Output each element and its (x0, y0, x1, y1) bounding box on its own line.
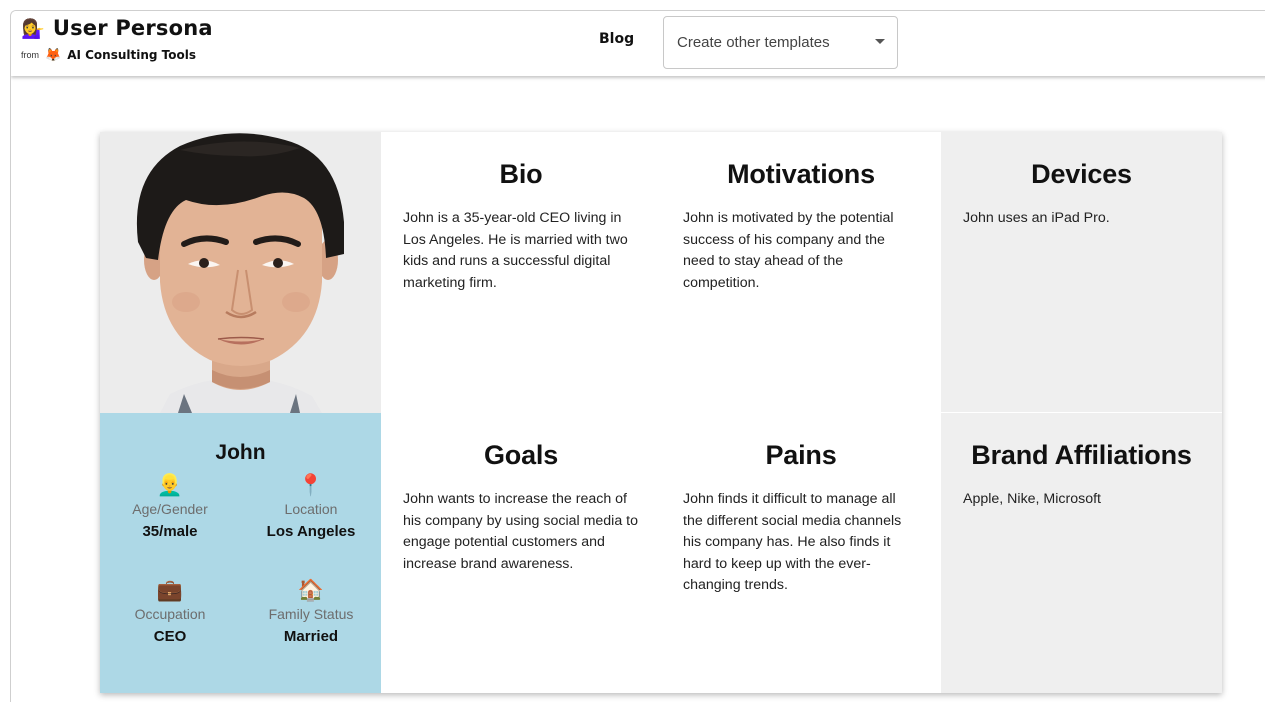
motivations-section: Motivations John is motivated by the pot… (661, 132, 941, 412)
page-frame: 💁‍♀️ User Persona from 🦊 AI Consulting T… (10, 10, 1265, 702)
section-text: Apple, Nike, Microsoft (963, 491, 1101, 507)
house-icon: 🏠 (297, 579, 325, 602)
briefcase-icon: 💼 (156, 579, 184, 602)
org-credit[interactable]: from 🦊 AI Consulting Tools (21, 47, 213, 63)
section-text: John is a 35-year-old CEO living in Los … (403, 210, 628, 291)
fox-logo-icon: 🦊 (45, 47, 62, 62)
app-title-text: User Persona (52, 16, 213, 40)
app-title[interactable]: 💁‍♀️ User Persona (21, 15, 213, 41)
pains-section: Pains John finds it difficult to manage … (661, 413, 941, 693)
section-title: Brand Affiliations (971, 440, 1192, 470)
blog-link[interactable]: Blog (599, 31, 634, 47)
section-title: Bio (499, 159, 543, 189)
stat-label: Family Status (268, 606, 354, 622)
persona-photo (100, 132, 381, 413)
stat-occupation: 💼 Occupation CEO (100, 578, 240, 645)
person-tipping-hand-icon: 💁‍♀️ (21, 17, 45, 40)
top-header: 💁‍♀️ User Persona from 🦊 AI Consulting T… (11, 11, 1265, 76)
section-title: Goals (483, 440, 559, 470)
persona-name: John (215, 441, 266, 464)
section-text: John wants to increase the reach of his … (403, 491, 639, 572)
section-title: Motivations (727, 159, 875, 189)
section-title: Pains (765, 440, 837, 470)
devices-section: Devices John uses an iPad Pro. (941, 132, 1222, 412)
caret-down-icon (875, 39, 885, 44)
pin-icon: 📍 (297, 474, 325, 497)
goals-section: Goals John wants to increase the reach o… (381, 413, 661, 693)
section-title: Devices (1031, 159, 1132, 189)
stat-value: Married (283, 628, 339, 645)
brand[interactable]: 💁‍♀️ User Persona from 🦊 AI Consulting T… (21, 15, 213, 63)
man-face-icon: 👱‍♂️ (156, 474, 184, 497)
stat-label: Occupation (134, 606, 206, 622)
stat-value: CEO (153, 628, 187, 645)
org-name: AI Consulting Tools (67, 48, 197, 62)
persona-card: John 👱‍♂️ Age/Gender 35/male 📍 Location … (100, 132, 1222, 693)
section-text: John uses an iPad Pro. (963, 210, 1110, 226)
stat-label: Location (284, 501, 338, 517)
stat-label: Age/Gender (132, 501, 208, 517)
stat-age-gender: 👱‍♂️ Age/Gender 35/male (100, 473, 240, 540)
stat-location: 📍 Location Los Angeles (241, 473, 381, 540)
section-text: John is motivated by the potential succe… (683, 210, 894, 291)
persona-profile: John 👱‍♂️ Age/Gender 35/male 📍 Location … (100, 413, 381, 693)
from-label: from (21, 50, 39, 60)
template-select-value: Create other templates (677, 34, 830, 51)
template-select[interactable]: Create other templates (663, 16, 898, 69)
stat-value: 35/male (142, 523, 198, 540)
stat-value: Los Angeles (266, 523, 356, 540)
bio-section: Bio John is a 35-year-old CEO living in … (381, 132, 661, 412)
section-text: John finds it difficult to manage all th… (683, 491, 902, 594)
brand-affiliations-section: Brand Affiliations Apple, Nike, Microsof… (941, 413, 1222, 693)
portrait-photo (100, 132, 381, 413)
stat-family-status: 🏠 Family Status Married (241, 578, 381, 645)
